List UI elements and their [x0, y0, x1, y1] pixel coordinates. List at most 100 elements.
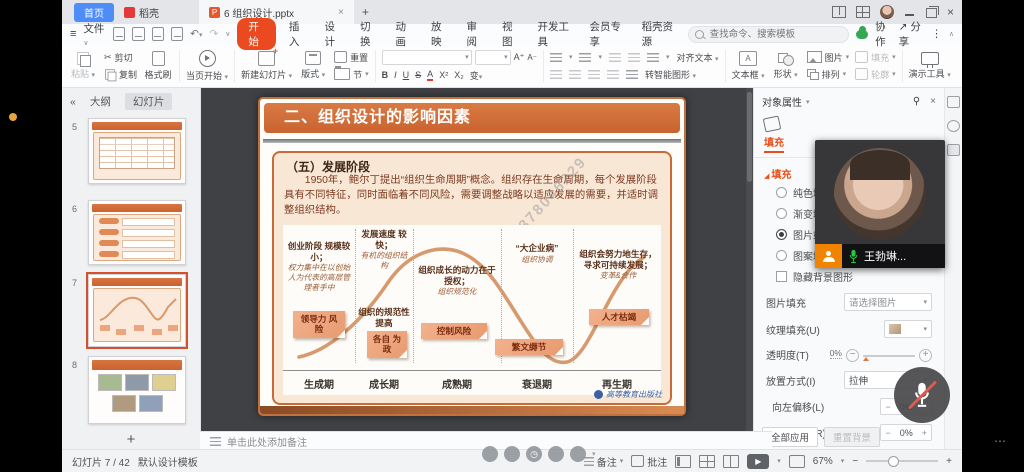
undo-icon[interactable]: ↶▾ — [190, 28, 202, 40]
reset-button[interactable]: 重置 — [334, 51, 369, 64]
slide-thumbnail-7-current[interactable] — [88, 274, 186, 347]
collaborate-button[interactable]: 协作 — [875, 19, 892, 49]
option-hide-background[interactable]: 隐藏背景图形 — [776, 269, 944, 284]
copy-button[interactable]: 复制 — [104, 68, 137, 81]
slide-sorter-view-icon[interactable] — [699, 455, 715, 468]
collapse-panel-icon[interactable]: « — [70, 96, 76, 108]
menu-tab-insert[interactable]: 插入 — [283, 18, 312, 50]
close-window-button[interactable]: × — [947, 5, 954, 19]
normal-view-icon[interactable] — [675, 455, 691, 468]
transparency-slider[interactable] — [863, 355, 915, 357]
slide-7[interactable]: 二、组织设计的影响因素 （五）发展阶段 1950年，鲍尔丁提出“组织生命周期”概… — [258, 97, 686, 416]
zoom-knob[interactable] — [888, 456, 899, 467]
line-spacing-icon[interactable] — [647, 53, 659, 62]
tab-fill[interactable]: 填充 — [764, 117, 784, 153]
menu-tab-home[interactable]: 开始 — [237, 18, 276, 50]
menu-tab-animation[interactable]: 动画 — [389, 18, 418, 50]
format-painter-button[interactable]: 格式刷 — [143, 51, 173, 81]
reaction-icon[interactable] — [570, 446, 586, 462]
fill-props-icon[interactable] — [947, 120, 960, 132]
new-tab-button[interactable]: + — [362, 5, 369, 19]
hamburger-icon[interactable]: ≡ — [70, 28, 76, 40]
more-menu-icon[interactable]: ⋮ — [931, 28, 942, 40]
tab-outline[interactable]: 大纲 — [90, 94, 111, 109]
reactions-more-icon[interactable]: ▾ — [592, 450, 596, 458]
play-options-icon[interactable]: ▾ — [777, 457, 781, 465]
quick-access-more-icon[interactable]: ∨ — [225, 30, 230, 38]
menu-tab-docer-res[interactable]: 稻壳资源 — [636, 18, 681, 50]
arrange-button[interactable]: 排列 ▾ — [807, 68, 850, 81]
minus-icon[interactable]: − — [881, 402, 894, 412]
restore-button[interactable] — [926, 8, 937, 18]
timer-clock-icon[interactable]: ◷ — [526, 446, 542, 462]
menu-tab-review[interactable]: 审阅 — [461, 18, 490, 50]
minus-icon[interactable]: − — [881, 428, 894, 438]
zoom-in-icon[interactable]: + — [946, 456, 952, 467]
slide-thumbnail-8[interactable] — [88, 356, 186, 424]
close-panel-icon[interactable]: × — [930, 96, 936, 107]
align-left-icon[interactable] — [550, 70, 562, 79]
zoom-percent[interactable]: 67% — [813, 456, 833, 467]
texture-fill-select[interactable]: ▾ — [884, 320, 932, 338]
account-avatar[interactable] — [880, 5, 894, 19]
minimize-button[interactable] — [904, 7, 916, 17]
export-icon[interactable] — [132, 27, 144, 41]
align-right-icon[interactable] — [588, 70, 600, 79]
share-button[interactable]: ↗ 分享 — [899, 19, 925, 49]
save-icon[interactable] — [113, 27, 125, 41]
change-case-button[interactable]: 变▾ — [470, 69, 483, 82]
to-smartart-button[interactable]: 转智能图形 ▾ — [645, 68, 696, 81]
bullet-list-icon[interactable] — [550, 53, 562, 62]
webcam-overlay[interactable]: 王勃琳... — [815, 140, 945, 268]
slideshow-play-button[interactable]: ▶ — [747, 454, 769, 469]
collapse-ribbon-icon[interactable]: ∧ — [949, 30, 954, 38]
zoom-slider[interactable] — [866, 460, 938, 462]
menu-tab-design[interactable]: 设计 — [318, 18, 347, 50]
selection-pane-icon[interactable] — [947, 144, 960, 156]
print-icon[interactable] — [152, 27, 164, 41]
reaction-icon[interactable] — [482, 446, 498, 462]
paste-button[interactable]: 粘贴 ▾ — [68, 52, 98, 80]
fill-button[interactable]: 填充 ▾ — [855, 51, 896, 64]
subscript-button[interactable]: X₂ — [454, 70, 464, 80]
template-name[interactable]: 默认设计模板 — [138, 454, 198, 469]
outline-button[interactable]: 轮廓 ▾ — [855, 68, 896, 81]
cut-button[interactable]: ✂ 剪切 — [104, 51, 137, 64]
tab-home[interactable]: 首页 — [74, 3, 114, 22]
decrease-indent-icon[interactable] — [609, 53, 621, 62]
meeting-more-button[interactable]: ⋯ — [994, 434, 1006, 448]
slide-title[interactable]: 二、组织设计的影响因素 — [264, 103, 680, 133]
new-slide-button[interactable]: 新建幻灯片 ▾ — [241, 51, 292, 81]
align-text-button[interactable]: 对齐文本 ▾ — [677, 51, 719, 64]
reset-background-button[interactable]: 重置背景 — [824, 427, 880, 447]
font-name-select[interactable]: ▾ — [382, 50, 472, 65]
menu-tab-view[interactable]: 视图 — [496, 18, 525, 50]
offset-right-stepper[interactable]: −0%+ — [880, 424, 932, 441]
file-menu[interactable]: 文件 ∨ — [83, 21, 106, 48]
meeting-toolbar-overlay[interactable]: ◷ ▾ — [482, 444, 596, 464]
reaction-icon[interactable] — [548, 446, 564, 462]
workspace-grid-icon[interactable] — [856, 6, 870, 18]
numbered-list-icon[interactable] — [579, 53, 591, 62]
slide-thumbnail-5[interactable] — [88, 118, 186, 184]
justify-icon[interactable] — [607, 70, 619, 79]
search-input[interactable] — [708, 28, 842, 41]
reaction-icon[interactable] — [504, 446, 520, 462]
slide-content-panel[interactable]: （五）发展阶段 1950年，鲍尔丁提出“组织生命周期”概念。组织存在生命周期，每… — [272, 151, 672, 405]
decrease-font-icon[interactable]: A⁻ — [527, 53, 537, 62]
panel-title-dropdown-icon[interactable]: ▾ — [806, 98, 810, 106]
increase-indent-icon[interactable] — [628, 53, 640, 62]
menu-tab-transition[interactable]: 切换 — [354, 18, 383, 50]
increase-font-icon[interactable]: A⁺ — [514, 52, 525, 63]
align-center-icon[interactable] — [569, 70, 581, 79]
cloud-sync-icon[interactable] — [856, 30, 869, 39]
presentation-tools-button[interactable]: 演示工具 ▾ — [909, 52, 951, 80]
font-size-select[interactable]: ▾ — [475, 50, 511, 65]
shapes-button[interactable]: 形状 ▾ — [771, 52, 801, 80]
split-view-icon[interactable] — [832, 6, 846, 18]
microphone-muted-button[interactable] — [894, 367, 950, 423]
font-color-button[interactable]: A — [427, 69, 433, 81]
fit-window-icon[interactable] — [789, 455, 805, 468]
redo-icon[interactable]: ↷ — [209, 28, 218, 40]
columns-icon[interactable] — [626, 70, 638, 79]
